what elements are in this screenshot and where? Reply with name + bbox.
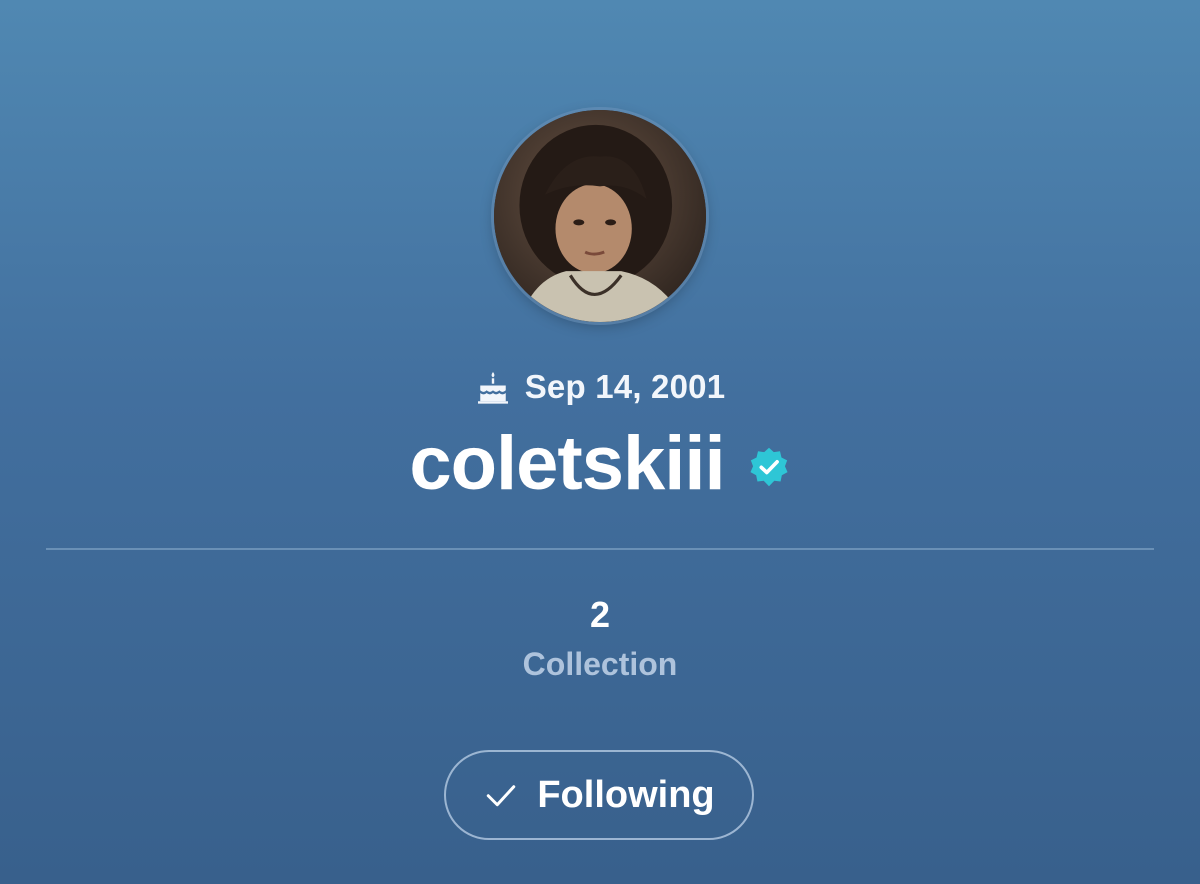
collection-count: 2 [589,594,611,635]
divider [46,548,1154,550]
collection-stat[interactable]: 2 Collection [0,592,1200,686]
verified-badge-icon [750,447,788,487]
username: coletskiii [409,421,725,506]
following-button[interactable]: Following [444,750,754,840]
following-label: Following [537,773,715,816]
cake-icon [477,372,508,404]
check-icon [487,785,516,807]
avatar-photo [494,110,706,322]
birthday-date: Sep 14, 2001 [524,368,726,405]
collection-label: Collection [522,646,678,682]
name-row: coletskiii [0,418,1200,510]
profile-header: Sep 14, 2001 coletskiii 2 Collection Fol… [0,0,1200,884]
avatar[interactable] [494,110,706,322]
birthday-row: Sep 14, 2001 [0,364,1200,410]
